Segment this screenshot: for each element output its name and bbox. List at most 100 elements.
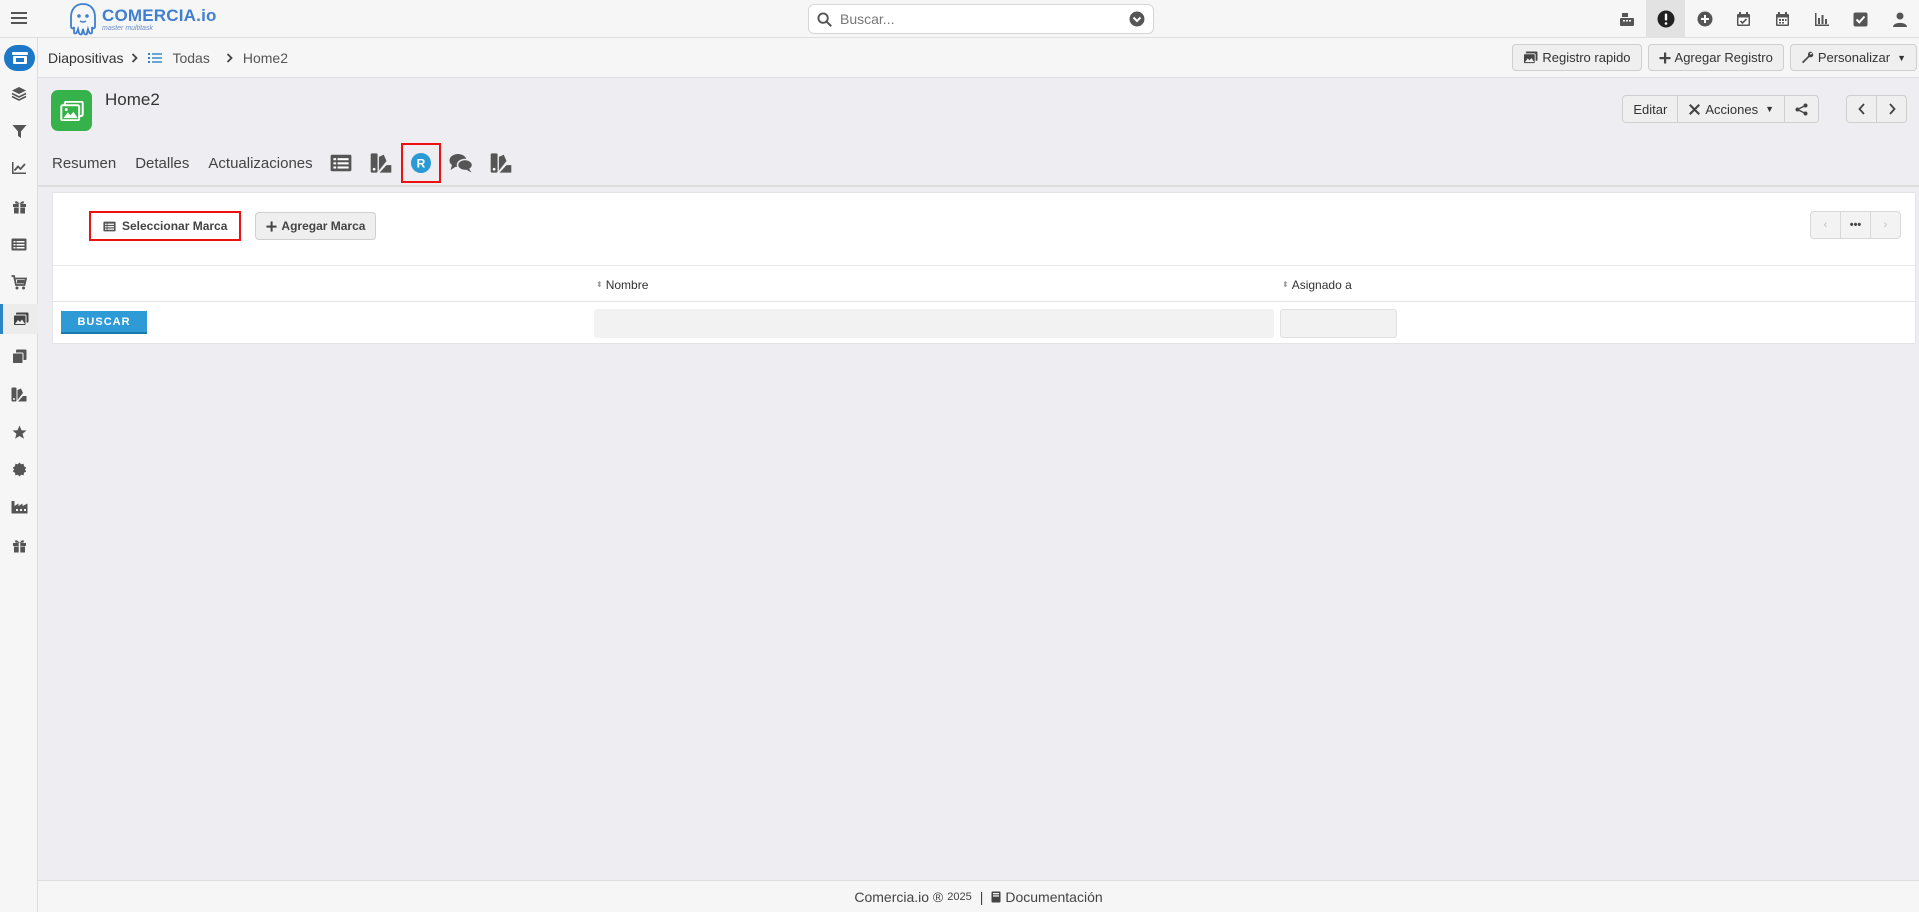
- filter-nombre-input[interactable]: [594, 309, 1274, 338]
- bar-chart-icon[interactable]: [1802, 0, 1841, 38]
- top-bar: COMERCIA.io master multitask: [0, 0, 1919, 38]
- edit-button[interactable]: Editar: [1622, 95, 1679, 123]
- page-more-icon[interactable]: •••: [1840, 211, 1871, 239]
- breadcrumb-module[interactable]: Diapositivas: [48, 50, 123, 66]
- search-options-chevron-icon[interactable]: [1129, 11, 1145, 27]
- page-next-chevron-icon[interactable]: ›: [1870, 211, 1901, 239]
- list-icon[interactable]: [0, 229, 38, 259]
- subpanel-actions: Seleccionar Marca Agregar Marca: [89, 211, 377, 241]
- gift-icon[interactable]: [0, 191, 38, 221]
- tab-details[interactable]: Detalles: [135, 143, 189, 183]
- subpanel-pagination: ‹ ••• ›: [1810, 211, 1901, 239]
- breadcrumb-list[interactable]: Todas: [172, 50, 209, 66]
- chevron-right-icon: [1888, 103, 1896, 115]
- badge-icon[interactable]: [0, 454, 38, 484]
- select-brand-button[interactable]: Seleccionar Marca: [89, 211, 242, 241]
- previous-record-button[interactable]: [1846, 95, 1877, 123]
- global-search: [808, 4, 1154, 34]
- caret-down-icon: ▼: [1897, 52, 1906, 63]
- chevron-right-icon: [131, 53, 139, 63]
- hamburger-menu-icon[interactable]: [8, 7, 30, 29]
- chevron-left-icon: [1857, 103, 1865, 115]
- sort-icon: ⬍: [1282, 280, 1289, 289]
- chevron-right-icon: [226, 53, 233, 63]
- table-header: ⬍ Nombre ⬍ Asignado a: [53, 265, 1915, 302]
- add-record-button[interactable]: Agregar Registro: [1647, 44, 1784, 71]
- list-icon: [103, 221, 116, 231]
- plus-circle-icon[interactable]: [1685, 0, 1724, 38]
- brands-subpanel: Seleccionar Marca Agregar Marca ‹ ••• › …: [52, 192, 1916, 344]
- quick-record-label: Registro rapido: [1542, 50, 1631, 65]
- column-header-nombre[interactable]: ⬍ Nombre: [596, 278, 648, 292]
- actions-dropdown[interactable]: Acciones ▼: [1677, 95, 1785, 123]
- search-input[interactable]: [840, 11, 1129, 27]
- breadcrumb-actions: Registro rapido Agregar Registro Persona…: [1512, 44, 1917, 71]
- tab-updates[interactable]: Actualizaciones: [208, 143, 312, 183]
- actions-label: Acciones: [1705, 101, 1759, 117]
- tab-summary[interactable]: Resumen: [52, 143, 116, 183]
- logo-tagline: master multitask: [102, 24, 153, 32]
- documentation-label: Documentación: [1005, 888, 1103, 905]
- quick-record-button[interactable]: Registro rapido: [1512, 44, 1642, 71]
- user-icon[interactable]: [1880, 0, 1919, 38]
- book-icon: [991, 891, 1001, 902]
- cart-icon[interactable]: [0, 267, 38, 297]
- table-filter-row: BUSCAR: [53, 302, 1915, 344]
- industry-icon[interactable]: [0, 492, 38, 522]
- plus-icon: [1659, 52, 1671, 63]
- home-store-icon[interactable]: [4, 45, 35, 71]
- slides-icon: [1523, 51, 1538, 64]
- tab-list-icon[interactable]: [321, 143, 361, 183]
- tools-icon: [1689, 103, 1701, 115]
- select-brand-label: Seleccionar Marca: [122, 219, 228, 233]
- footer-year: 2025: [947, 890, 972, 903]
- customize-label: Personalizar: [1817, 50, 1891, 65]
- brands-icon[interactable]: [0, 379, 38, 409]
- layers-icon[interactable]: [0, 78, 38, 108]
- tab-comments-icon[interactable]: [441, 143, 481, 183]
- column-header-asignado[interactable]: ⬍ Asignado a: [1282, 278, 1352, 292]
- record-actions: Editar Acciones ▼: [1622, 95, 1819, 123]
- alert-icon[interactable]: [1646, 0, 1685, 38]
- footer: Comercia.io ® 2025 | Documentación: [38, 880, 1919, 912]
- app-logo[interactable]: COMERCIA.io master multitask: [68, 2, 217, 36]
- slides-icon[interactable]: [0, 304, 38, 334]
- share-icon: [1795, 103, 1808, 115]
- gift-icon[interactable]: [0, 530, 38, 560]
- sort-icon: ⬍: [596, 280, 603, 289]
- tab-divider: [38, 185, 1919, 187]
- record-tabs: Resumen Detalles Actualizaciones R: [52, 143, 521, 183]
- tab-registered-icon[interactable]: R: [400, 143, 441, 183]
- customize-button[interactable]: Personalizar ▼: [1789, 44, 1917, 71]
- wrench-icon: [1801, 51, 1814, 64]
- filter-asignado-select[interactable]: [1280, 309, 1397, 338]
- column-label: Nombre: [605, 278, 649, 292]
- checkbox-icon[interactable]: [1841, 0, 1880, 38]
- share-button[interactable]: [1784, 95, 1819, 123]
- breadcrumb-bar: Diapositivas Todas Home2 Registro rapido…: [38, 38, 1919, 78]
- cash-register-icon[interactable]: [1607, 0, 1646, 38]
- documentation-link[interactable]: Documentación: [991, 888, 1103, 905]
- caret-down-icon: ▼: [1765, 104, 1774, 114]
- search-button[interactable]: BUSCAR: [61, 311, 147, 334]
- record-navigation: [1846, 95, 1907, 123]
- add-record-label: Agregar Registro: [1674, 50, 1773, 65]
- calendar-check-icon[interactable]: [1724, 0, 1763, 38]
- add-brand-button[interactable]: Agregar Marca: [255, 212, 377, 240]
- top-icon-bar: [1607, 0, 1919, 38]
- add-brand-label: Agregar Marca: [281, 219, 366, 233]
- filter-icon[interactable]: [0, 116, 38, 146]
- logo-name: COMERCIA.io: [102, 5, 217, 25]
- tab-brands-icon[interactable]: [361, 143, 401, 183]
- list-bullets-icon: [148, 52, 163, 64]
- copy-icon[interactable]: [0, 341, 38, 371]
- left-sidebar: [0, 38, 38, 912]
- page-previous-chevron-icon[interactable]: ‹: [1810, 211, 1841, 239]
- calendar-icon[interactable]: [1763, 0, 1802, 38]
- next-record-button[interactable]: [1876, 95, 1907, 123]
- column-label: Asignado a: [1291, 278, 1352, 292]
- chart-icon[interactable]: [0, 153, 38, 183]
- star-icon[interactable]: [0, 417, 38, 447]
- tab-brands-icon-2[interactable]: [481, 143, 521, 183]
- breadcrumb: Diapositivas Todas Home2: [48, 50, 288, 66]
